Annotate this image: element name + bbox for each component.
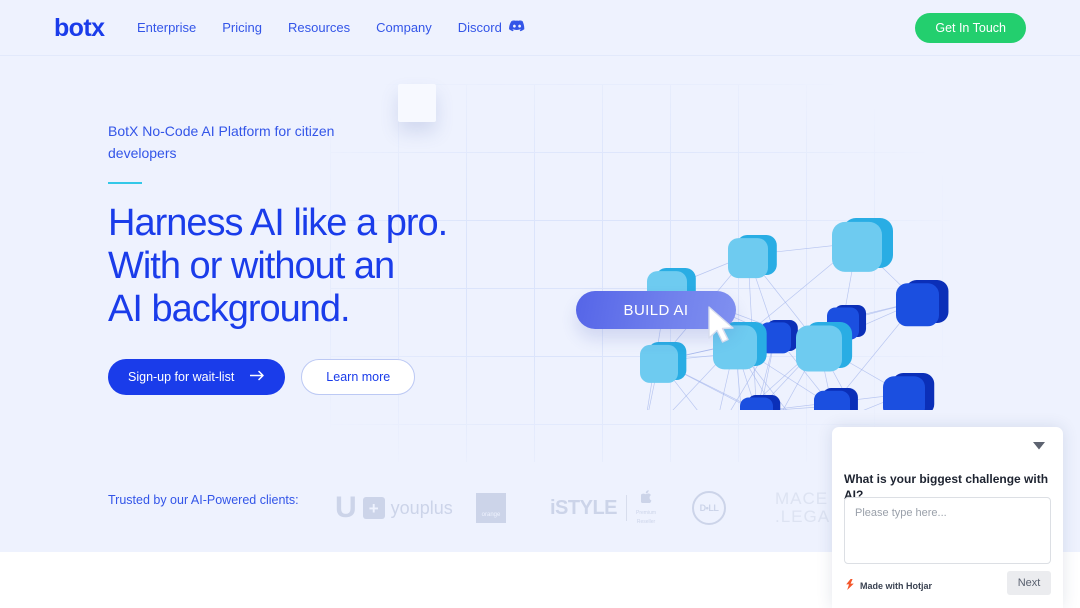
hero-copy: BotX No-Code AI Platform for citizen dev… — [108, 120, 528, 395]
clients-strip: Trusted by our AI-Powered clients: — [108, 493, 299, 507]
nav-item-company[interactable]: Company — [376, 19, 432, 37]
client-logo-dell: D•LL — [692, 491, 726, 525]
mace-line-1: MACE — [775, 489, 829, 508]
nav-item-discord-label: Discord — [457, 20, 502, 35]
signup-waitlist-label: Sign-up for wait-list — [128, 370, 235, 384]
nav-item-resources[interactable]: Resources — [288, 19, 350, 37]
brand-logo[interactable]: botx — [54, 13, 105, 43]
hotjar-branding-label: Made with Hotjar — [860, 580, 933, 591]
floating-tile — [398, 84, 436, 122]
hero-eyebrow: BotX No-Code AI Platform for citizen dev… — [108, 123, 335, 161]
signup-waitlist-button[interactable]: Sign-up for wait-list — [108, 359, 286, 395]
istyle-divider — [626, 495, 628, 521]
orange-box: orange — [476, 493, 506, 523]
client-logo-mace-legal: MACE .LEGA — [775, 490, 830, 526]
learn-more-label: Learn more — [326, 370, 391, 384]
dell-wordmark: D•LL — [692, 491, 726, 525]
istyle-wordmark: iSTYLE — [550, 497, 618, 519]
client-logo-youplus: U + youplus — [335, 493, 453, 523]
page-title: Harness AI like a pro. With or without a… — [108, 202, 528, 331]
get-in-touch-label: Get In Touch — [935, 21, 1006, 35]
youplus-plus-icon: + — [362, 497, 385, 519]
mace-line-2: .LEGA — [775, 507, 831, 526]
client-logo-istyle: iSTYLE Premium Reseller — [550, 490, 656, 526]
arrow-right-icon — [250, 370, 265, 384]
main-nav: Enterprise Pricing Resources Company Dis… — [137, 19, 525, 37]
ai-network-illustration — [600, 90, 960, 494]
triangle-down-icon[interactable] — [1031, 438, 1047, 454]
build-ai-button[interactable]: BUILD AI — [576, 291, 736, 329]
nav-item-enterprise[interactable]: Enterprise — [137, 19, 196, 37]
hotjar-bolt-icon — [845, 579, 855, 593]
headline-line-2: With or without an — [108, 245, 395, 287]
nav-item-discord[interactable]: Discord — [458, 19, 525, 37]
get-in-touch-button[interactable]: Get In Touch — [915, 13, 1026, 43]
headline-line-3: AI background. — [108, 288, 351, 330]
build-ai-label: BUILD AI — [623, 301, 689, 319]
orange-wordmark: orange — [481, 512, 501, 518]
discord-icon — [508, 19, 525, 37]
nav-item-pricing[interactable]: Pricing — [222, 19, 262, 37]
site-header: botx Enterprise Pricing Resources Compan… — [0, 0, 1080, 56]
survey-answer-input[interactable] — [844, 497, 1051, 564]
hotjar-survey-widget: What is your biggest challenge with AI? … — [832, 427, 1063, 608]
survey-next-label: Next — [1017, 577, 1041, 589]
hero-divider — [108, 182, 142, 184]
hotjar-branding[interactable]: Made with Hotjar — [845, 579, 932, 593]
headline-line-1: Harness AI like a pro. — [108, 202, 448, 244]
istyle-sub-line2: Reseller — [636, 519, 656, 525]
survey-next-button[interactable]: Next — [1007, 571, 1051, 595]
youplus-wordmark: youplus — [390, 498, 453, 518]
client-logo-orange: orange — [476, 493, 506, 523]
clients-label: Trusted by our AI-Powered clients: — [108, 493, 299, 507]
hero-button-row: Sign-up for wait-list Learn more — [108, 359, 528, 395]
learn-more-button[interactable]: Learn more — [301, 359, 416, 395]
istyle-sub-line1: Premium — [636, 510, 657, 516]
page-root: BUILD AI BotX No-Code AI Platform for ci… — [0, 0, 1080, 608]
youplus-u: U — [335, 491, 357, 524]
apple-icon — [639, 490, 652, 508]
